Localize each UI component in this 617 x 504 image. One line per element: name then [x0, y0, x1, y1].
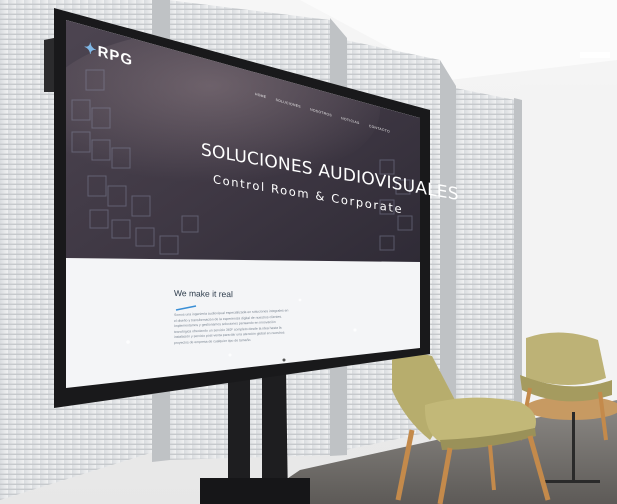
display-handle	[44, 38, 54, 92]
brand-logo-icon: ✦	[84, 39, 98, 60]
section-heading: We make it real	[174, 288, 233, 300]
ceiling-light	[580, 52, 610, 58]
office-scene	[0, 0, 617, 504]
body-paragraph: Somos una ingeniería audiovisual especia…	[174, 308, 288, 346]
display-logo-dot	[282, 358, 286, 362]
